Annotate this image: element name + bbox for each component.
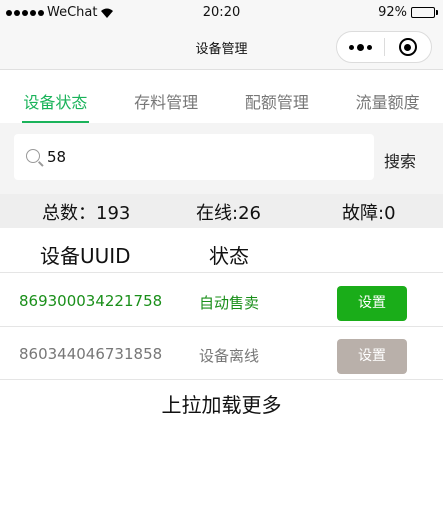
device-status: 自动售卖 [199,294,260,312]
battery-info: 92% [378,5,438,20]
search-box[interactable] [14,134,374,180]
tab-device-status[interactable]: 设备状态 [0,71,111,123]
search-area: 搜索 [0,123,443,194]
device-uuid: 869300034221758 [19,292,163,310]
device-status: 设备离线 [199,347,260,365]
header-status: 状态 [209,244,249,268]
more-icon[interactable] [337,43,384,51]
stats-bar: 总数：193 在线:26 故障:0 [0,194,443,228]
tab-traffic-quota[interactable]: 流量额度 [332,71,443,123]
tab-quota-management[interactable]: 配额管理 [222,71,333,123]
tab-stock-management[interactable]: 存料管理 [111,71,222,123]
close-icon[interactable] [385,38,431,56]
table-row: 860344046731858 设备离线 设置 [0,327,443,380]
load-more-hint: 上拉加载更多 [161,393,282,417]
settings-button[interactable]: 设置 [337,339,407,374]
device-uuid: 860344046731858 [19,345,163,363]
mini-program-capsule [336,31,432,63]
battery-icon [411,7,438,18]
search-icon [26,149,40,163]
header-uuid: 设备UUID [40,244,131,268]
nav-bar: 设备管理 [0,24,443,70]
online-count: 在线:26 [196,203,261,224]
status-bar: WeChat 20:20 92% [0,0,443,24]
table-header: 设备UUID 状态 [0,228,443,273]
settings-button[interactable]: 设置 [337,286,407,321]
total-count: 总数：193 [42,203,131,224]
table-row: 869300034221758 自动售卖 设置 [0,274,443,327]
battery-percent: 92% [378,5,407,20]
fault-count: 故障:0 [342,203,396,224]
tab-bar: 设备状态 存料管理 配额管理 流量额度 [0,71,443,123]
search-input[interactable] [47,142,367,172]
clock: 20:20 [202,5,241,20]
search-button[interactable]: 搜索 [384,148,416,172]
